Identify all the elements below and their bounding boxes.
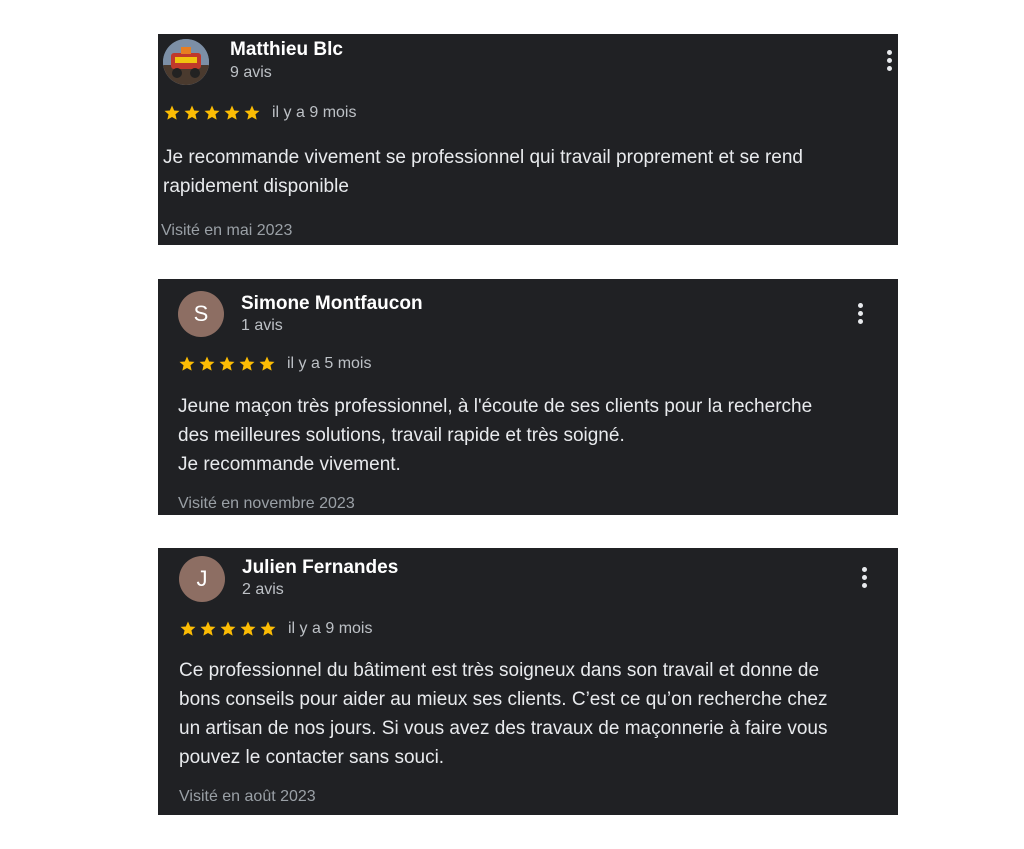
star-icon	[204, 105, 220, 120]
avatar[interactable]: J	[179, 556, 225, 602]
star-rating	[178, 355, 276, 373]
visit-date: Visité en mai 2023	[161, 222, 293, 239]
star-icon	[260, 621, 276, 636]
visit-date: Visité en novembre 2023	[178, 495, 355, 512]
rating-row: il y a 9 mois	[179, 620, 372, 638]
more-options-icon[interactable]	[884, 50, 894, 76]
avatar-photo-image	[163, 39, 209, 85]
star-icon	[219, 356, 235, 371]
star-rating	[163, 104, 261, 122]
review-date: il y a 9 mois	[288, 620, 373, 637]
star-icon	[184, 105, 200, 120]
avatar[interactable]: S	[178, 291, 224, 337]
star-icon	[239, 356, 255, 371]
star-icon	[244, 105, 260, 120]
reviewer-name[interactable]: Matthieu Blc	[230, 39, 343, 61]
reviews-page: Matthieu Blc 9 avis il y a 9 mois Je rec…	[0, 0, 1024, 849]
star-icon	[164, 105, 180, 120]
avatar-photo[interactable]	[163, 39, 209, 85]
review-card: Matthieu Blc 9 avis il y a 9 mois Je rec…	[158, 34, 898, 245]
star-icon	[224, 105, 240, 120]
rating-row: il y a 9 mois	[163, 104, 356, 122]
avatar-letter: S	[193, 301, 209, 326]
review-card: S Simone Montfaucon 1 avis il y a 5 mois…	[158, 279, 898, 515]
review-text: Ce professionnel du bâtiment est très so…	[179, 660, 828, 768]
reviewer-name[interactable]: Julien Fernandes	[242, 557, 398, 579]
review-count: 9 avis	[230, 64, 272, 81]
star-icon	[199, 356, 215, 371]
review-text: Je recommande vivement se professionnel …	[163, 147, 803, 197]
star-icon	[200, 621, 216, 636]
star-icon	[220, 621, 236, 636]
review-count: 1 avis	[241, 317, 283, 334]
star-icon	[179, 356, 195, 371]
review-text: Jeune maçon très professionnel, à l'écou…	[178, 396, 813, 475]
star-icon	[259, 356, 275, 371]
review-date: il y a 9 mois	[272, 104, 357, 121]
review-card: J Julien Fernandes 2 avis il y a 9 mois …	[158, 548, 898, 815]
more-options-icon[interactable]	[855, 303, 865, 329]
star-rating	[179, 620, 277, 638]
review-date: il y a 5 mois	[287, 355, 372, 372]
visit-date: Visité en août 2023	[179, 788, 316, 805]
more-options-icon[interactable]	[859, 567, 869, 593]
rating-row: il y a 5 mois	[178, 355, 371, 373]
review-count: 2 avis	[242, 581, 284, 598]
star-icon	[180, 621, 196, 636]
avatar-letter: J	[196, 566, 208, 591]
star-icon	[240, 621, 256, 636]
reviewer-name[interactable]: Simone Montfaucon	[241, 293, 423, 315]
